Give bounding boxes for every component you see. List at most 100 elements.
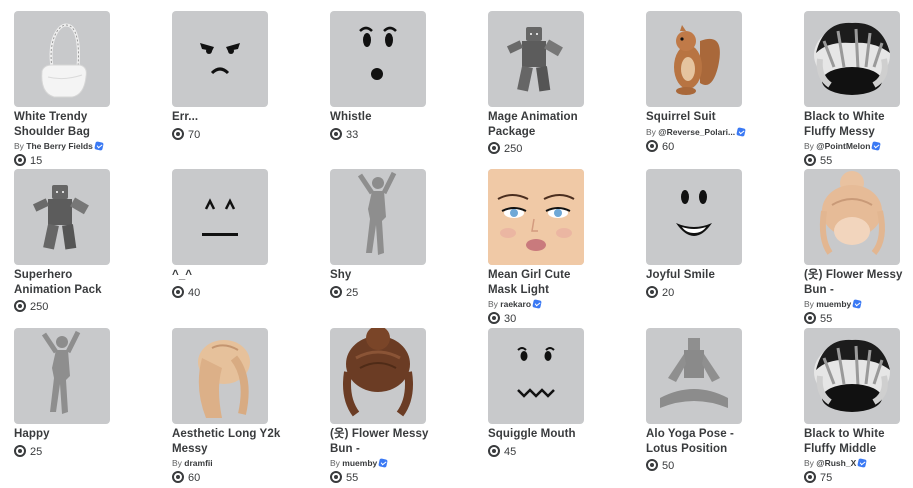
robux-icon: [330, 127, 342, 140]
item-name[interactable]: Superhero Animation Pack: [14, 268, 124, 297]
item-thumbnail[interactable]: [488, 11, 584, 107]
robux-icon: [488, 142, 500, 154]
hair-bw-icon: [814, 339, 890, 412]
item-thumbnail[interactable]: [14, 11, 110, 107]
verified-badge-icon: [871, 141, 882, 151]
item-name[interactable]: Black to White Fluffy Messy: [804, 110, 913, 139]
item-name[interactable]: Squiggle Mouth: [488, 427, 598, 442]
by-label: By: [804, 141, 814, 151]
verified-badge-icon: [532, 299, 542, 309]
face-happy-eyes-icon: [202, 198, 238, 236]
price-value: 15: [30, 155, 43, 167]
creator-name-link[interactable]: muemby: [816, 299, 851, 309]
item-price: 55: [330, 471, 358, 485]
item-name[interactable]: Joyful Smile: [646, 268, 756, 283]
price-value: 30: [504, 313, 517, 325]
item-thumbnail[interactable]: [14, 328, 110, 424]
price-value: 20: [662, 286, 675, 299]
robux-icon: [172, 285, 184, 298]
item-name[interactable]: Happy: [14, 427, 124, 442]
face-err-icon: [200, 43, 240, 75]
silhouette-icon: [41, 330, 81, 414]
item-price: 30: [488, 312, 516, 326]
by-label: By: [488, 299, 498, 309]
hair-bw-icon: [814, 22, 890, 95]
robux-icon: [172, 127, 184, 140]
creator-name-link[interactable]: muemby: [342, 458, 377, 468]
robux-icon: [488, 312, 500, 324]
face-smile-icon: [676, 190, 712, 236]
item-thumbnail[interactable]: [804, 169, 900, 265]
price-value: 45: [504, 445, 517, 458]
item-thumbnail[interactable]: [646, 169, 742, 265]
item-name[interactable]: Err...: [172, 110, 282, 125]
price-value: 60: [662, 140, 675, 153]
item-name[interactable]: Mage Animation Package: [488, 110, 598, 139]
price-value: 25: [346, 286, 359, 299]
item-creator: By The Berry Fields: [14, 141, 104, 152]
price-value: 250: [30, 301, 49, 313]
item-name[interactable]: Mean Girl Cute Mask Light: [488, 268, 598, 297]
item-thumbnail[interactable]: [646, 328, 742, 424]
robux-icon: [330, 285, 342, 298]
item-name[interactable]: Shy: [330, 268, 440, 283]
item-price: 40: [172, 285, 201, 300]
item-thumbnail[interactable]: [330, 169, 426, 265]
item-price: 60: [172, 471, 200, 485]
item-thumbnail[interactable]: [172, 328, 268, 424]
price-value: 40: [188, 286, 201, 299]
item-name[interactable]: Alo Yoga Pose - Lotus Position: [646, 427, 756, 456]
price-value: 55: [820, 155, 833, 167]
verified-badge-icon: [378, 458, 389, 468]
item-creator: By @PointMelon: [804, 141, 882, 152]
item-name[interactable]: Black to White Fluffy Middle: [804, 427, 913, 456]
catalog-grid: White Trendy Shoulder Bag By The Berry Fi…: [0, 0, 913, 488]
item-name[interactable]: Squirrel Suit: [646, 110, 756, 125]
item-thumbnail[interactable]: [172, 169, 268, 265]
verified-badge-icon: [857, 458, 867, 468]
robux-icon: [488, 444, 500, 457]
item-thumbnail[interactable]: [646, 11, 742, 107]
hair-blonde-icon: [819, 171, 885, 255]
item-thumbnail[interactable]: [488, 328, 584, 424]
item-name[interactable]: (옷) Flower Messy Bun -: [330, 427, 440, 456]
item-name[interactable]: ^_^: [172, 268, 282, 283]
verified-badge-icon: [94, 141, 104, 151]
verified-badge-icon: [736, 126, 746, 137]
face-whistle-icon: [359, 26, 397, 80]
robux-icon: [172, 471, 184, 483]
creator-name-link[interactable]: @PointMelon: [816, 141, 870, 151]
item-creator: By muemby: [330, 458, 389, 469]
item-name[interactable]: White Trendy Shoulder Bag: [14, 110, 124, 139]
robux-icon: [14, 300, 26, 312]
item-price: 45: [488, 444, 517, 459]
price-value: 55: [346, 472, 359, 484]
item-price: 55: [804, 154, 832, 168]
item-thumbnail[interactable]: [804, 11, 900, 107]
creator-name-link[interactable]: The Berry Fields: [26, 141, 93, 151]
item-thumbnail[interactable]: [330, 328, 426, 424]
face-squiggle-icon: [517, 347, 555, 398]
item-thumbnail[interactable]: [488, 169, 584, 265]
creator-name-link[interactable]: raekaro: [500, 299, 531, 309]
creator-name-link[interactable]: dramfii: [184, 458, 212, 468]
item-thumbnail[interactable]: [330, 11, 426, 107]
item-thumbnail[interactable]: [14, 169, 110, 265]
item-name[interactable]: Whistle: [330, 110, 440, 125]
item-price: 250: [14, 300, 48, 314]
robux-icon: [804, 154, 816, 166]
creator-name-link[interactable]: @Reverse_Polari...: [658, 127, 735, 137]
item-creator: By raekaro: [488, 299, 542, 310]
item-creator: By @Reverse_Polari...: [646, 126, 746, 138]
by-label: By: [330, 458, 340, 468]
item-thumbnail[interactable]: [804, 328, 900, 424]
item-creator: By dramfii: [172, 458, 213, 469]
item-price: 75: [804, 471, 832, 485]
item-name[interactable]: Aesthetic Long Y2k Messy: [172, 427, 282, 456]
item-name[interactable]: (옷) Flower Messy Bun -: [804, 268, 913, 297]
item-thumbnail[interactable]: [172, 11, 268, 107]
robux-icon: [14, 154, 26, 166]
creator-name-link[interactable]: @Rush_X: [816, 458, 856, 468]
hair-long-icon: [198, 340, 250, 418]
item-creator: By @Rush_X: [804, 458, 867, 469]
